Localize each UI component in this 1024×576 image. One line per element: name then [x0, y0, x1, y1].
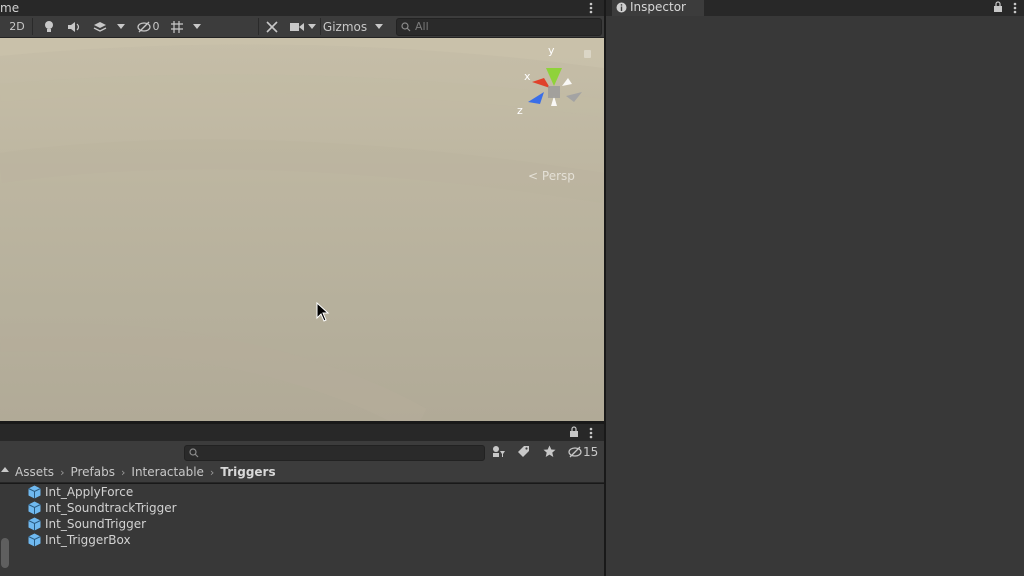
- scroll-up-arrow-icon[interactable]: [1, 467, 9, 472]
- axis-x-label: x: [524, 70, 531, 83]
- lightbulb-icon: [45, 20, 53, 32]
- tools-icon: [266, 20, 278, 33]
- hidden-packages-toggle[interactable]: 15: [568, 444, 598, 459]
- tools-button[interactable]: [262, 17, 282, 36]
- audio-toggle-button[interactable]: [64, 17, 84, 36]
- tab-inspector[interactable]: Inspector: [612, 0, 704, 16]
- prefab-cube-icon: [28, 501, 41, 515]
- lock-icon[interactable]: [569, 426, 579, 438]
- chevron-down-icon: [193, 24, 201, 29]
- breadcrumb-prefabs[interactable]: Prefabs: [70, 465, 115, 479]
- file-name: Int_ApplyForce: [45, 485, 134, 499]
- eye-slash-icon: [568, 446, 582, 457]
- scene-tab-title[interactable]: me: [0, 1, 19, 15]
- list-item[interactable]: Int_TriggerBox: [28, 532, 131, 548]
- scene-viewport[interactable]: y x z < Persp: [0, 38, 604, 421]
- gizmo-lock-icon[interactable]: [584, 50, 591, 58]
- projection-toggle[interactable]: < Persp: [528, 169, 575, 183]
- grid-toggle-button[interactable]: [167, 17, 187, 36]
- scene-orientation-gizmo[interactable]: y x z: [512, 42, 592, 117]
- axis-neg-x-cone: [562, 78, 572, 86]
- filter-by-label-icon[interactable]: [517, 445, 530, 458]
- grid-icon: [171, 20, 183, 33]
- project-file-list: Int_ApplyForce Int_SoundtrackTrigger Int…: [0, 484, 604, 576]
- axis-y-cone: [546, 68, 562, 86]
- eye-slash-icon: [136, 21, 151, 32]
- prefab-cube-icon: [28, 533, 41, 547]
- hidden-objects-toggle-button[interactable]: 0: [133, 17, 163, 36]
- list-item[interactable]: Int_SoundTrigger: [28, 516, 146, 532]
- projection-label: Persp: [541, 169, 575, 183]
- project-search-input[interactable]: [184, 445, 485, 461]
- gizmos-button[interactable]: Gizmos: [322, 17, 368, 36]
- search-icon: [189, 448, 199, 458]
- persp-chevron-icon: <: [528, 169, 539, 183]
- gizmos-label: Gizmos: [322, 19, 368, 34]
- breadcrumb-triggers[interactable]: Triggers: [220, 465, 275, 479]
- project-tab-bar: [0, 424, 604, 441]
- mouse-cursor-icon: [316, 302, 330, 322]
- axis-y-label: y: [548, 44, 555, 57]
- effects-toggle-button[interactable]: [90, 17, 110, 36]
- scene-tab-bar: me: [0, 0, 604, 16]
- scrollbar-thumb[interactable]: [1, 538, 9, 568]
- chevron-down-icon: [308, 24, 316, 29]
- file-name: Int_SoundtrackTrigger: [45, 501, 177, 515]
- toggle-2d-button[interactable]: 2D: [5, 17, 29, 36]
- breadcrumb-interactable[interactable]: Interactable: [131, 465, 204, 479]
- hidden-packages-count: 15: [583, 444, 599, 459]
- axis-neg-z-cone: [566, 92, 582, 102]
- info-icon: [616, 2, 627, 13]
- inspector-panel: Inspector: [606, 0, 1024, 576]
- chevron-down-icon: [375, 24, 383, 29]
- inspector-tab-label: Inspector: [630, 0, 686, 14]
- file-name: Int_TriggerBox: [45, 533, 131, 547]
- chevron-right-icon: ›: [60, 465, 65, 479]
- list-item[interactable]: Int_SoundtrackTrigger: [28, 500, 177, 516]
- toggle-2d-label: 2D: [9, 20, 25, 33]
- speaker-icon: [68, 21, 80, 32]
- favorites-star-icon[interactable]: [543, 445, 556, 458]
- gizmos-dropdown-arrow[interactable]: [372, 17, 386, 36]
- axis-z-cone: [528, 92, 544, 104]
- prefab-cube-icon: [28, 485, 41, 499]
- search-icon: [401, 22, 411, 32]
- effects-dropdown-arrow[interactable]: [114, 17, 128, 36]
- axis-z-label: z: [517, 104, 523, 117]
- list-item[interactable]: Int_ApplyForce: [28, 484, 133, 500]
- lighting-toggle-button[interactable]: [39, 17, 59, 36]
- scene-search-input[interactable]: All: [396, 18, 602, 36]
- filter-by-type-icon[interactable]: [492, 445, 506, 458]
- camera-dropdown-arrow[interactable]: [306, 17, 318, 36]
- hidden-objects-count: 0: [152, 20, 160, 33]
- layers-effects-icon: [93, 21, 107, 32]
- axis-x-cone: [532, 78, 550, 88]
- scene-search-placeholder: All: [415, 20, 429, 33]
- prefab-cube-icon: [28, 517, 41, 531]
- inspector-tab-bar: Inspector: [606, 0, 1024, 16]
- file-name: Int_SoundTrigger: [45, 517, 147, 531]
- breadcrumb: Assets › Prefabs › Interactable › Trigge…: [0, 462, 604, 483]
- breadcrumb-assets[interactable]: Assets: [15, 465, 54, 479]
- chevron-right-icon: ›: [121, 465, 126, 479]
- grid-dropdown-arrow[interactable]: [190, 17, 204, 36]
- chevron-right-icon: ›: [209, 465, 215, 479]
- inspector-menu-icon[interactable]: [1012, 1, 1018, 15]
- chevron-down-icon: [117, 24, 125, 29]
- lock-icon[interactable]: [993, 1, 1003, 13]
- camera-icon: [290, 22, 304, 31]
- scene-tab-menu-icon[interactable]: [588, 1, 594, 15]
- camera-button[interactable]: [288, 17, 306, 36]
- project-menu-icon[interactable]: [588, 426, 594, 440]
